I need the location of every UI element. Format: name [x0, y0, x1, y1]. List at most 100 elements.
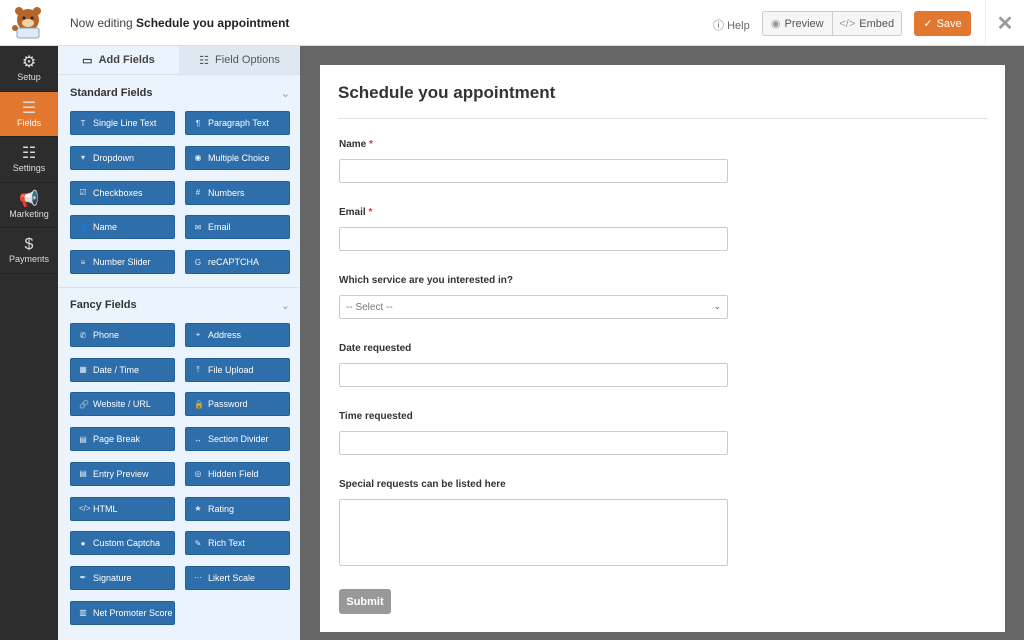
- nav-item-payments[interactable]: $ Payments: [0, 228, 58, 274]
- field-type-icon: ✎: [194, 538, 202, 548]
- chevron-down-icon: ⌄: [280, 88, 290, 100]
- embed-button[interactable]: </> Embed: [831, 12, 902, 35]
- nav-item-setup[interactable]: ⚙ Setup: [0, 46, 58, 92]
- close-button[interactable]: ✕: [985, 0, 1024, 46]
- code-icon: </>: [839, 17, 856, 30]
- nav-label: Fields: [16, 117, 41, 128]
- field-button-phone[interactable]: ✆ Phone: [70, 323, 175, 347]
- field-button-rich-text[interactable]: ✎ Rich Text: [185, 531, 290, 556]
- field-type-icon: ●: [80, 538, 86, 548]
- field-button-single-line-text[interactable]: T Single Line Text: [70, 111, 175, 135]
- field-type-icon: ▤: [79, 469, 87, 479]
- save-button[interactable]: ✓ Save: [914, 11, 971, 36]
- field-button-hidden-field[interactable]: ◎ Hidden Field: [185, 461, 290, 486]
- tab-field-options[interactable]: ☷ Field Options: [179, 46, 300, 74]
- field-button-html[interactable]: </> HTML: [70, 496, 175, 521]
- field-button-label: Email: [208, 222, 231, 233]
- field-label: Date requested: [339, 343, 412, 354]
- field-label: Time requested: [339, 411, 413, 422]
- field-button-recaptcha[interactable]: GreCAPTCHA: [185, 250, 290, 275]
- help-icon: ⓘ: [713, 20, 724, 32]
- field-button-multiple-choice[interactable]: ◉ Multiple Choice: [185, 145, 290, 170]
- field-type-icon: ⋯: [194, 573, 202, 583]
- field-type-icon: 👤: [79, 222, 89, 232]
- field-button-website-url[interactable]: 🔗 Website / URL: [70, 392, 175, 417]
- field-button-number-slider[interactable]: ≡ Number Slider: [70, 250, 175, 275]
- field-button-rating[interactable]: ★ Rating: [185, 496, 290, 521]
- field-type-icon: ✆: [79, 330, 87, 340]
- field-button-label: Password: [208, 399, 248, 410]
- field-button-custom-captcha[interactable]: ● Custom Captcha: [70, 531, 175, 556]
- field-button-paragraph-text[interactable]: ¶ Paragraph Text: [185, 111, 290, 135]
- field-button-password[interactable]: 🔒 Password: [185, 392, 290, 417]
- field-type-icon: ⤒: [196, 364, 200, 374]
- field-type-icon: ★: [194, 504, 202, 513]
- field-type-icon: 🔒: [194, 399, 204, 409]
- field-type-icon: #: [195, 188, 201, 198]
- field-type-icon: ↔: [194, 434, 202, 444]
- field-label: Which service are you interested in?: [339, 275, 513, 286]
- field-button-email[interactable]: ✉ Email: [185, 215, 290, 240]
- text-input[interactable]: [339, 431, 728, 455]
- eye-icon: ◉: [770, 18, 781, 30]
- field-button-page-break[interactable]: ▤ Page Break: [70, 427, 175, 452]
- field-button-likert-scale[interactable]: ⋯ Likert Scale: [185, 565, 290, 590]
- nav-item-fields[interactable]: ☰ Fields: [0, 91, 58, 137]
- field-button-signature[interactable]: ✒ Signature: [70, 565, 175, 590]
- required-marker: *: [368, 207, 373, 218]
- field-button-label: Dropdown: [93, 152, 135, 163]
- nav-item-settings[interactable]: ☷ Settings: [0, 137, 58, 183]
- field-button-label: Multiple Choice: [208, 152, 270, 163]
- field-label: Email *: [339, 207, 373, 218]
- field-button-dropdown[interactable]: ▾ Dropdown: [70, 145, 175, 170]
- fields-panel: ▭ Add Fields ☷ Field Options Standard Fiel…: [58, 46, 300, 640]
- settings-icon: ☷: [21, 145, 37, 163]
- field-button-net-promoter-score[interactable]: ▥ Net Promoter Score: [70, 600, 175, 625]
- field-type-icon: ◎: [194, 469, 202, 479]
- field-button-numbers[interactable]: # Numbers: [185, 180, 290, 205]
- nav-label: Setup: [17, 72, 41, 83]
- sliders-icon: ☷: [199, 54, 210, 67]
- field-type-icon: ☑: [79, 188, 87, 198]
- field-type-icon: ⌖: [195, 330, 201, 339]
- field-type-icon: T: [80, 118, 86, 128]
- field-type-icon: ✒: [79, 573, 87, 583]
- field-button-section-divider[interactable]: ↔ Section Divider: [185, 427, 290, 452]
- field-button-checkboxes[interactable]: ☑ Checkboxes: [70, 180, 175, 205]
- field-button-label: Section Divider: [208, 434, 269, 445]
- submit-button[interactable]: Submit: [339, 589, 391, 614]
- field-button-label: Phone: [93, 330, 120, 340]
- fancy-fields-header[interactable]: Fancy Fields ⌄: [70, 299, 290, 312]
- field-button-label: Single Line Text: [93, 118, 157, 128]
- field-type-icon: </>: [79, 504, 91, 513]
- field-button-date-time[interactable]: ▦ Date / Time: [70, 357, 175, 382]
- preview-button[interactable]: ◉ Preview: [763, 12, 832, 35]
- field-type-icon: ¶: [195, 118, 201, 128]
- divider: [58, 287, 300, 288]
- field-type-icon: ▦: [79, 365, 87, 375]
- field-button-entry-preview[interactable]: ▤ Entry Preview: [70, 461, 175, 486]
- field-button-label: Rich Text: [208, 538, 245, 549]
- chevron-down-icon: ⌄: [713, 301, 721, 311]
- text-input[interactable]: [339, 227, 728, 251]
- nav-label: Marketing: [9, 208, 49, 219]
- left-nav: ⚙ Setup ☰ Fields ☷ Settings 📢 Marketing $ Payment…: [0, 46, 58, 640]
- text-input[interactable]: [339, 363, 728, 387]
- check-icon: ✓: [923, 18, 933, 30]
- standard-fields-header[interactable]: Standard Fields ⌄: [70, 87, 290, 100]
- service-select[interactable]: -- Select -- ⌄: [339, 295, 728, 319]
- field-button-label: Checkboxes: [93, 187, 143, 198]
- tab-add-fields[interactable]: ▭ Add Fields: [58, 46, 179, 74]
- field-button-label: Website / URL: [93, 399, 151, 410]
- field-button-address[interactable]: ⌖ Address: [185, 323, 290, 347]
- payments-icon: $: [24, 236, 34, 254]
- field-button-name[interactable]: 👤 Name: [70, 215, 175, 240]
- field-button-file-upload[interactable]: ⤒ File Upload: [185, 357, 290, 382]
- text-input[interactable]: [339, 159, 728, 183]
- help-button[interactable]: ⓘ Help: [713, 17, 750, 33]
- special-requests-textarea[interactable]: [339, 499, 728, 566]
- field-button-label: Paragraph Text: [208, 118, 269, 128]
- field-type-icon: G: [194, 257, 202, 267]
- nav-item-marketing[interactable]: 📢 Marketing: [0, 183, 58, 228]
- field-button-label: Entry Preview: [93, 468, 149, 479]
